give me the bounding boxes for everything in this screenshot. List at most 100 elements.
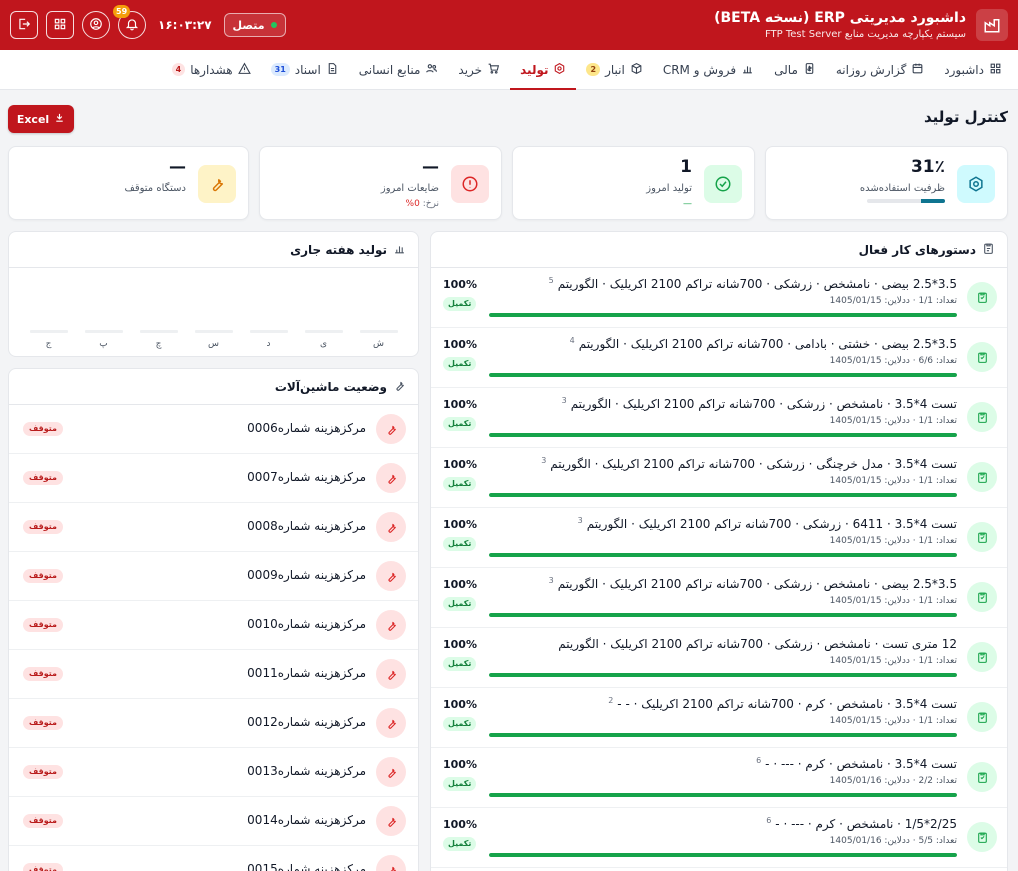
kpi-capacity-card: 31٪ ظرفیت استفاده‌شده bbox=[765, 146, 1008, 220]
tab-sales-crm[interactable]: فروش و CRM bbox=[653, 50, 764, 89]
work-order-row[interactable]: 12 متری تست · نامشخص · زرشکی · 700شانه ت… bbox=[431, 628, 1007, 688]
work-order-row[interactable]: 3.5*2.5 بیضی · نامشخص · زرشکی · 700شانه … bbox=[431, 268, 1007, 328]
wrench-icon bbox=[393, 379, 406, 395]
work-order-title: 3.5*2.5 بیضی · خشتی · بادامی · 700شانه ت… bbox=[570, 336, 957, 351]
work-order-row[interactable]: 3.5*2.5 بیضی · خشتی · بادامی · 700شانه ت… bbox=[431, 328, 1007, 388]
kpi-waste-rate-value: 0% bbox=[405, 199, 420, 209]
work-order-meta: تعداد: 5/5 · ددلاین: 1405/01/16 bbox=[829, 836, 957, 846]
tab-finance[interactable]: مالی bbox=[764, 50, 826, 89]
kpi-capacity-bar-fill bbox=[920, 199, 945, 203]
wrench-icon bbox=[198, 165, 236, 203]
work-order-meta: تعداد: 1/1 · ددلاین: 1405/01/15 bbox=[829, 536, 957, 546]
machine-row[interactable]: مرکزهزینه شماره0014 متوقف bbox=[9, 797, 418, 846]
tab-daily-report[interactable]: گزارش روزانه bbox=[826, 50, 934, 89]
bar-chart-icon bbox=[393, 242, 406, 258]
kpi-waste-rate-label: نرخ: bbox=[422, 199, 439, 209]
work-order-row[interactable]: تست 4*3.5 · مدل خرچنگی · زرشکی · 700شانه… bbox=[431, 448, 1007, 508]
notifications-button[interactable]: 59 bbox=[113, 5, 146, 39]
work-order-status-badge: تکمیل bbox=[443, 837, 477, 851]
documents-badge: 31 bbox=[270, 63, 290, 76]
work-order-row[interactable]: تست 4*3.5 · نامشخص · کرم · 700شانه تراکم… bbox=[431, 688, 1007, 748]
logout-button[interactable] bbox=[10, 11, 38, 39]
wrench-icon bbox=[376, 561, 406, 591]
calendar-icon bbox=[911, 62, 924, 78]
tab-purchase[interactable]: خرید bbox=[448, 50, 510, 89]
users-icon bbox=[425, 62, 438, 78]
machine-row[interactable]: مرکزهزینه شماره0007 متوقف bbox=[9, 454, 418, 503]
profile-button[interactable] bbox=[82, 11, 110, 39]
tab-hr[interactable]: منابع انسانی bbox=[349, 50, 449, 89]
work-order-name: 2/25*1/5 · نامشخص · کرم · --- · - bbox=[775, 817, 957, 831]
work-order-row[interactable]: تست 4*3.5 · نامشخص · کرم · --- · -6 تعداد… bbox=[431, 748, 1007, 808]
work-order-name: تست 4*3.5 · 6411 · زرشکی · 700شانه تراکم… bbox=[586, 517, 957, 531]
work-order-percent: 100% bbox=[443, 518, 477, 531]
machine-status-badge: متوقف bbox=[23, 814, 63, 828]
machine-row[interactable]: مرکزهزینه شماره0015 متوقف bbox=[9, 846, 418, 871]
apps-button[interactable] bbox=[46, 11, 74, 39]
kpi-waste-value: — bbox=[422, 157, 439, 177]
weekly-day-label: ی bbox=[319, 339, 328, 349]
machine-name: مرکزهزینه شماره0007 bbox=[247, 470, 366, 484]
tab-dashboard[interactable]: داشبورد bbox=[934, 50, 1012, 89]
kpi-today-production-label: تولید امروز bbox=[646, 183, 692, 194]
work-order-progress-fill bbox=[489, 853, 957, 857]
work-order-title: تست 4*3.5 · مدل خرچنگی · زرشکی · 700شانه… bbox=[541, 456, 957, 471]
machines-header: وضعیت ماشین‌آلات bbox=[9, 369, 418, 405]
work-order-row[interactable]: تست 4*3.5 · نامشخص · زرشکی · 700شانه ترا… bbox=[431, 388, 1007, 448]
work-order-number: 3 bbox=[548, 576, 554, 585]
download-icon bbox=[54, 112, 65, 126]
machine-row[interactable]: مرکزهزینه شماره0009 متوقف bbox=[9, 552, 418, 601]
tab-warehouse-label: انبار bbox=[605, 62, 625, 77]
work-order-meta: تعداد: 1/1 · ددلاین: 1405/01/15 bbox=[829, 416, 957, 426]
work-order-status-badge: تکمیل bbox=[443, 777, 477, 791]
work-order-percent: 100% bbox=[443, 818, 477, 831]
work-order-row[interactable]: 2/25*1/5 · نامشخص · کرم · --- · -6 تعداد:… bbox=[431, 808, 1007, 868]
machine-row[interactable]: مرکزهزینه شماره0011 متوقف bbox=[9, 650, 418, 699]
machine-name: مرکزهزینه شماره0011 bbox=[247, 666, 366, 680]
online-dot-icon bbox=[270, 22, 277, 28]
notification-count-badge: 59 bbox=[113, 5, 131, 18]
weekly-day-bar bbox=[249, 330, 288, 333]
work-order-row[interactable]: تست 4*3.5 · 6411 · زرشکی · 700شانه تراکم… bbox=[431, 508, 1007, 568]
machine-status-badge: متوقف bbox=[23, 863, 63, 871]
machine-name: مرکزهزینه شماره0010 bbox=[247, 617, 366, 631]
work-order-progress-bar bbox=[489, 793, 957, 797]
weekly-day-bar bbox=[304, 330, 343, 333]
work-order-title: 12 متری تست · نامشخص · زرشکی · 700شانه ت… bbox=[554, 636, 957, 651]
tab-warehouse[interactable]: انبار 2 bbox=[576, 50, 652, 89]
work-order-progress-fill bbox=[489, 673, 957, 677]
bar-chart-icon bbox=[741, 62, 754, 78]
work-order-progress-fill bbox=[489, 313, 957, 317]
machine-row[interactable]: مرکزهزینه شماره0012 متوقف bbox=[9, 699, 418, 748]
machine-name: مرکزهزینه شماره0014 bbox=[247, 813, 366, 827]
weekly-production-header: تولید هفته جاری bbox=[9, 232, 418, 268]
work-order-number: 6 bbox=[756, 756, 762, 765]
tab-documents[interactable]: اسناد 31 bbox=[261, 50, 349, 89]
work-order-row[interactable]: 3.5*2.5 بیضی · نامشخص · زرشکی · 700شانه … bbox=[431, 568, 1007, 628]
tab-alerts[interactable]: هشدارها 4 bbox=[162, 50, 261, 89]
machine-name: مرکزهزینه شماره0015 bbox=[247, 862, 366, 871]
work-order-meta: تعداد: 6/6 · ددلاین: 1405/01/15 bbox=[829, 356, 957, 366]
machine-row[interactable]: مرکزهزینه شماره0006 متوقف bbox=[9, 405, 418, 454]
machine-status-badge: متوقف bbox=[23, 667, 63, 681]
work-order-meta: تعداد: 1/1 · ددلاین: 1405/01/15 bbox=[829, 476, 957, 486]
clipboard-check-icon bbox=[967, 582, 997, 612]
cart-icon bbox=[487, 62, 500, 78]
machine-row[interactable]: مرکزهزینه شماره0013 متوقف bbox=[9, 748, 418, 797]
work-order-number: 4 bbox=[569, 336, 575, 345]
weekly-day-label: س bbox=[208, 339, 219, 349]
excel-export-button[interactable]: Excel bbox=[8, 105, 74, 133]
kpi-today-production-sub: — bbox=[683, 199, 692, 209]
work-order-number: 3 bbox=[561, 396, 567, 405]
wrench-icon bbox=[376, 610, 406, 640]
factory-icon bbox=[976, 9, 1008, 41]
machine-status-badge: متوقف bbox=[23, 716, 63, 730]
machines-panel: وضعیت ماشین‌آلات مرکزهزینه شماره0006 متوق… bbox=[8, 368, 419, 871]
weekly-day-label: ش bbox=[373, 339, 384, 349]
warehouse-badge: 2 bbox=[586, 63, 601, 76]
machine-row[interactable]: مرکزهزینه شماره0008 متوقف bbox=[9, 503, 418, 552]
machine-name: مرکزهزینه شماره0008 bbox=[247, 519, 366, 533]
kpi-capacity-label: ظرفیت استفاده‌شده bbox=[859, 183, 945, 194]
tab-production[interactable]: تولید bbox=[510, 50, 577, 90]
machine-row[interactable]: مرکزهزینه شماره0010 متوقف bbox=[9, 601, 418, 650]
